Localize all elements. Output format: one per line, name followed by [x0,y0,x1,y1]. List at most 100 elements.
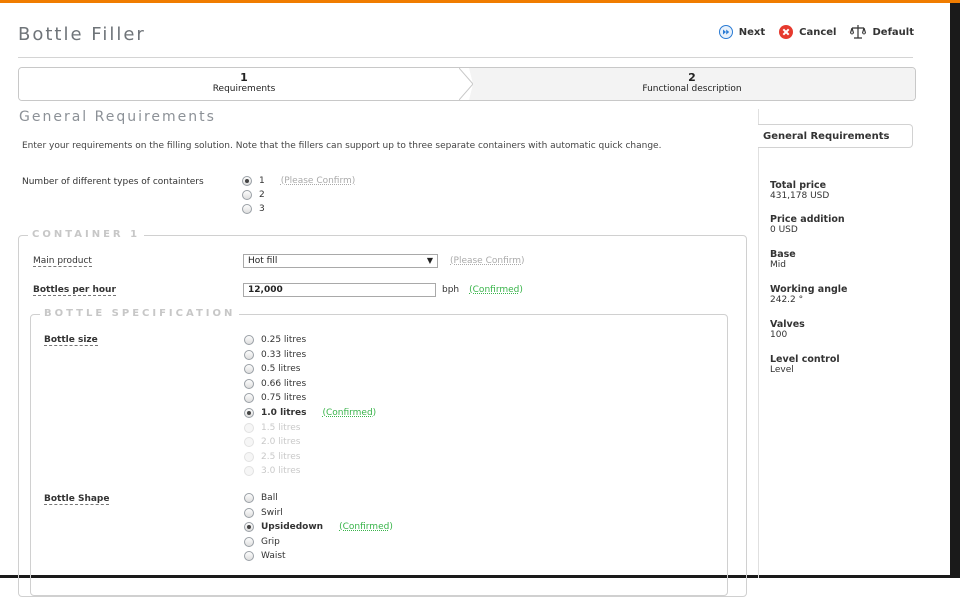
option-label: 0.75 litres [261,393,307,404]
bottle-size-option: 2.0 litres [244,437,301,448]
summary-item: Valves 100 [770,319,805,341]
step-number: 1 [240,71,248,84]
header-divider [18,57,913,58]
summary-item: Working angle 242.2 ° [770,284,847,306]
summary-value: 0 USD [770,225,798,235]
option-label: Waist [261,551,286,562]
radio-icon [244,408,254,418]
summary-key: Level control [770,354,840,365]
bottles-per-hour-label: Bottles per hour [33,285,116,296]
main-product-status-wrap: (Please Confirm) [450,256,525,266]
radio-icon [244,522,254,533]
next-icon [718,25,733,39]
radio-icon [244,393,254,404]
chevron-right-icon [459,68,473,100]
bottles-per-hour-input[interactable]: 12,000 [243,283,436,297]
bottle-size-label: Bottle size [44,335,98,346]
default-button[interactable]: Default [850,24,914,40]
container-types-option-1[interactable]: 1 (Please Confirm) [242,176,355,186]
sidebar-tab-general-requirements[interactable]: General Requirements [758,124,913,148]
option-label: 1 [259,176,265,186]
radio-icon [244,451,254,462]
bottle-size-option: 3.0 litres [244,466,301,477]
radio-icon [244,378,254,389]
summary-item: Total price 431,178 USD [770,180,829,202]
bottle-spec-fieldset [30,314,728,596]
step-label: Functional description [642,84,742,94]
radio-icon [244,466,254,477]
bottle-shape-label: Bottle Shape [44,494,110,505]
bottles-per-hour-status[interactable]: (Confirmed) [469,285,523,295]
option-label: 2.0 litres [261,437,301,448]
cancel-icon [779,25,794,39]
summary-key: Valves [770,319,805,330]
radio-icon [242,204,252,214]
radio-icon [244,437,254,448]
option-label: 3 [259,204,265,214]
bottle-size-option[interactable]: 0.75 litres [244,393,307,404]
radio-icon [244,493,254,503]
option-label: Grip [261,536,280,547]
bottles-per-hour-meta: bph (Confirmed) [442,285,523,295]
summary-item: Level control Level [770,354,840,376]
main-product-select[interactable]: Hot fill ▼ [243,254,438,268]
summary-key: Working angle [770,284,848,295]
radio-icon [242,176,252,186]
summary-key: Base [770,249,796,260]
summary-value: Level [770,365,794,375]
option-label: 3.0 litres [261,466,301,477]
summary-key: Total price [770,180,827,191]
bottle-size-status[interactable]: (Confirmed) [322,408,376,418]
radio-icon [244,507,254,518]
balance-scale-icon [850,24,867,40]
container-types-option-3[interactable]: 3 [242,204,265,214]
main-product-label: Main product [33,256,92,267]
option-label: 2 [259,190,265,200]
container-types-option-2[interactable]: 2 [242,190,265,200]
next-label: Next [738,26,766,38]
summary-value: 100 [770,330,788,340]
bottle-size-option: 1.5 litres [244,422,301,433]
container-1-legend: CONTAINER 1 [28,229,145,240]
bottle-size-option[interactable]: 0.33 litres [244,349,306,360]
summary-value: 242.2 ° [770,295,804,305]
option-label: 1.0 litres [261,408,307,418]
option-label: 2.5 litres [261,451,301,462]
bottle-shape-option[interactable]: Grip [244,536,280,547]
bottle-spec-legend: BOTTLE SPECIFICATION [40,308,240,319]
bottle-size-option: 2.5 litres [244,451,301,462]
page-title: Bottle Filler [18,24,146,45]
bottle-size-option[interactable]: 0.66 litres [244,378,306,389]
summary-key: Price addition [770,214,845,225]
radio-icon [242,190,252,200]
summary-item: Base Mid [770,249,796,271]
summary-value: Mid [770,260,786,270]
radio-icon [244,364,254,375]
bottle-size-option[interactable]: 0.25 litres [244,335,306,345]
bottle-size-option[interactable]: 0.5 litres [244,364,300,375]
next-button[interactable]: Next [718,25,766,39]
window-edge-right [950,3,960,578]
bottle-shape-option[interactable]: Ball [244,493,278,503]
radio-icon [244,335,254,345]
container-types-status[interactable]: (Please Confirm) [281,176,356,186]
bottle-size-option[interactable]: 1.0 litres (Confirmed) [244,408,376,418]
wizard-step-requirements[interactable]: 1 Requirements [19,68,469,100]
main-product-status[interactable]: (Please Confirm) [450,256,525,266]
dropdown-arrow-icon: ▼ [426,256,433,265]
sidebar-divider [758,109,759,578]
main-product-value: Hot fill [248,256,278,266]
option-label: 1.5 litres [261,422,301,433]
default-label: Default [872,26,914,38]
bottle-shape-option[interactable]: Waist [244,551,286,562]
section-title: General Requirements [19,109,216,125]
bottle-shape-option[interactable]: Swirl [244,507,283,518]
option-label: 0.25 litres [261,335,307,345]
step-number: 2 [688,71,696,84]
bottle-shape-option[interactable]: Upsidedown (Confirmed) [244,522,393,533]
wizard-step-functional-description[interactable]: 2 Functional description [469,68,915,100]
bottle-shape-status[interactable]: (Confirmed) [339,522,393,532]
option-label: Upsidedown [261,522,324,533]
cancel-button[interactable]: Cancel [779,25,836,39]
radio-icon [244,551,254,562]
